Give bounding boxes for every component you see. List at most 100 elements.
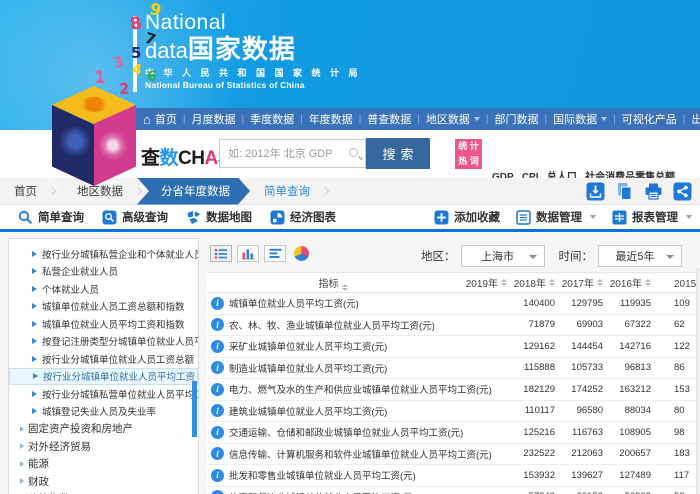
tree-arrow-icon [20, 461, 24, 467]
sidebar-scrollbar-thumb[interactable] [192, 381, 197, 437]
chevron-down-icon [686, 215, 692, 219]
nav-item-visualization[interactable]: 可视化产品 [607, 111, 677, 127]
tree-arrow-icon [32, 408, 37, 414]
column-header-2017[interactable]: 2017年 [555, 275, 603, 290]
search-input[interactable] [220, 140, 365, 167]
site-header: National data国家数据 中 华 人 民 共 和 国 国 家 统 计 … [0, 0, 700, 130]
report-management-menu[interactable]: 报表管理 [612, 209, 692, 225]
sidebar-item[interactable]: 按行业分城镇私营单位就业人员平均工资 [9, 385, 198, 403]
chevron-right-icon [321, 187, 329, 195]
sidebar-item[interactable]: 城镇单位就业人员平均工资和指数 [9, 315, 198, 333]
info-icon[interactable]: i [211, 490, 224, 494]
sidebar-category[interactable]: 财政 [9, 473, 198, 491]
search-filled-icon [102, 210, 117, 225]
table-row: i批发和零售业城镇单位就业人员平均工资(元) 153932 139627 127… [207, 465, 700, 487]
chevron-down-icon [590, 215, 596, 219]
sidebar-item[interactable]: 城镇登记失业人员及失业率 [9, 403, 198, 421]
sort-icon [342, 284, 348, 291]
sidebar-item[interactable]: 私营企业就业人员 [9, 263, 198, 281]
search-button[interactable]: 搜索 [366, 138, 430, 169]
plus-icon [434, 210, 449, 225]
nav-item-home[interactable]: ⌂首页 [143, 111, 177, 127]
table-row: i住宿和餐饮业城镇单位就业人员平均工资(元) 57848 60153 56933… [207, 487, 700, 494]
column-header-2019[interactable]: 2019年 [459, 275, 507, 290]
info-icon[interactable]: i [211, 404, 224, 417]
search-outline-icon [18, 210, 33, 225]
add-favorite-button[interactable]: 添加收藏 [434, 209, 500, 225]
data-management-menu[interactable]: 数据管理 [516, 209, 596, 225]
breadcrumb-simple-query[interactable]: 简单查询 [260, 183, 314, 199]
table-view-button[interactable] [210, 245, 232, 262]
home-icon: ⌂ [143, 113, 151, 126]
time-select[interactable]: 最近5年 [598, 245, 682, 267]
nav-item-regional[interactable]: 地区数据 [411, 111, 480, 127]
info-icon[interactable]: i [211, 361, 224, 374]
region-select[interactable]: 上海市 [461, 245, 545, 267]
column-header-indicator[interactable]: 指标 [207, 275, 459, 291]
sidebar-item[interactable]: 城镇单位就业人员工资总额和指数 [9, 298, 198, 316]
column-header-2018[interactable]: 2018年 [507, 275, 555, 290]
column-header-2016[interactable]: 2016年 [603, 275, 651, 290]
info-icon[interactable]: i [211, 447, 224, 460]
horizontal-bars-icon [269, 248, 282, 259]
bar-chart-icon [241, 248, 255, 260]
main-scrollbar-track[interactable] [696, 268, 700, 494]
table-row: i城镇单位就业人员平均工资(元) 140400 129795 119935 10… [207, 293, 700, 315]
breadcrumb-active-tab[interactable]: 分省年度数据 [137, 178, 250, 205]
bar-chart-view-button[interactable] [237, 245, 259, 262]
table-header: 指标 2019年 2018年 2017年 2016年 2015年 [207, 272, 700, 293]
info-icon[interactable]: i [211, 426, 224, 439]
simple-query-tool[interactable]: 简单查询 [18, 209, 84, 225]
breadcrumb-home[interactable]: 首页 [10, 183, 41, 199]
sidebar-item[interactable]: 按行业分城镇私营企业和个体就业人员 [9, 245, 198, 263]
sidebar-item[interactable]: 个体就业人员 [9, 280, 198, 298]
tree-arrow-icon [32, 338, 37, 344]
tree-arrow-icon [33, 373, 38, 379]
info-icon[interactable]: i [211, 383, 224, 396]
download-icon[interactable] [586, 182, 605, 201]
info-icon[interactable]: i [211, 340, 224, 353]
tree-arrow-icon [20, 478, 24, 484]
sidebar-item-selected[interactable]: 按行业分城镇单位就业人员平均工资 [9, 368, 198, 386]
chevron-down-icon [666, 255, 674, 259]
time-label: 时间： [559, 248, 594, 264]
chevron-right-icon [134, 187, 142, 195]
h-bar-view-button[interactable] [264, 245, 286, 262]
tree-arrow-icon [32, 303, 37, 309]
sidebar-category[interactable]: 价格指数 [9, 490, 198, 494]
tree-arrow-icon [20, 443, 24, 449]
info-icon[interactable]: i [211, 297, 224, 310]
nav-item-monthly[interactable]: 月度数据 [177, 111, 236, 127]
info-icon[interactable]: i [211, 469, 224, 482]
data-management-icon [516, 210, 531, 225]
filter-bar: 地区： 上海市 时间： 最近5年 [421, 245, 682, 267]
tree-arrow-icon [32, 251, 37, 257]
toolbar-right: 添加收藏 数据管理 报表管理 [418, 209, 700, 225]
indicator-tree: 按行业分城镇私营企业和个体就业人员 私营企业就业人员 个体就业人员 城镇单位就业… [9, 239, 198, 494]
nav-item-departmental[interactable]: 部门数据 [480, 111, 539, 127]
page-action-icons [586, 182, 692, 201]
info-icon[interactable]: i [211, 318, 224, 331]
column-header-2015[interactable]: 2015年 [651, 275, 700, 290]
sidebar-category[interactable]: 能源 [9, 455, 198, 473]
pie-chart-view-button[interactable] [294, 246, 309, 261]
sidebar-category[interactable]: 固定资产投资和房地产 [9, 420, 198, 438]
sidebar-item[interactable]: 按行业分城镇单位就业人员工资总额 [9, 350, 198, 368]
economic-charts-tool[interactable]: 经济图表 [270, 209, 336, 225]
nav-item-quarterly[interactable]: 季度数据 [235, 111, 294, 127]
nav-item-international[interactable]: 国际数据 [539, 111, 608, 127]
tree-arrow-icon [32, 321, 37, 327]
table-row: i农、林、牧、渔业城镇单位就业人员平均工资(元) 71879 69903 673… [207, 315, 700, 337]
nav-item-annual[interactable]: 年度数据 [294, 111, 353, 127]
copy-icon[interactable] [615, 182, 634, 201]
print-icon[interactable] [644, 182, 663, 201]
advanced-query-tool[interactable]: 高级查询 [102, 209, 168, 225]
sidebar-item[interactable]: 按登记注册类型分城镇单位就业人员平均工资 [9, 333, 198, 351]
data-map-tool[interactable]: 数据地图 [186, 209, 252, 225]
nav-item-census[interactable]: 普查数据 [353, 111, 412, 127]
share-icon[interactable] [673, 182, 692, 201]
nav-item-publications[interactable]: 出版物 [677, 111, 700, 127]
report-management-icon [612, 210, 627, 225]
table-row: i交通运输、仓储和邮政业城镇单位就业人员平均工资(元) 125216 11676… [207, 422, 700, 444]
sidebar-category[interactable]: 对外经济贸易 [9, 438, 198, 456]
